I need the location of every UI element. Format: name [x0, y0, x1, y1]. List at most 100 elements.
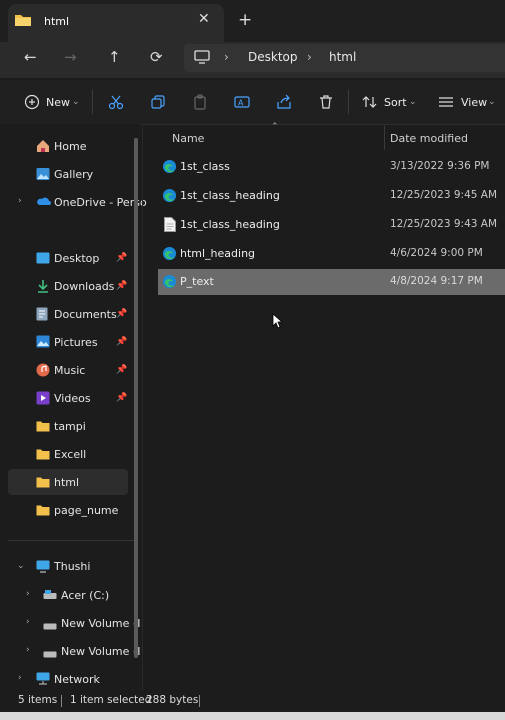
- cut-icon[interactable]: [108, 94, 124, 113]
- pin-icon: 📌: [116, 365, 128, 375]
- file-date: 4/8/2024 9:17 PM: [390, 275, 483, 287]
- up-button[interactable]: ↑: [108, 48, 121, 66]
- sidebar-item-desktop[interactable]: Desktop: [54, 252, 99, 265]
- home-icon: [36, 139, 50, 156]
- sidebar-item-onedrive[interactable]: OneDrive - Perso: [54, 196, 147, 209]
- file-date: 12/25/2023 9:45 AM: [390, 189, 498, 201]
- chevron-right-icon[interactable]: ›: [18, 673, 22, 683]
- edge-icon: [162, 159, 177, 177]
- forward-button[interactable]: →: [64, 48, 77, 66]
- file-date: 12/25/2023 9:43 AM: [390, 218, 498, 230]
- chevron-down-icon[interactable]: ⌄: [72, 97, 80, 107]
- this-pc-icon[interactable]: [194, 50, 210, 67]
- file-date: 3/13/2022 9:36 PM: [390, 160, 490, 172]
- new-tab-button[interactable]: +: [238, 10, 252, 30]
- drive-icon: [43, 648, 57, 661]
- breadcrumb-chevron-icon: ›: [307, 50, 312, 64]
- file-row[interactable]: 1st_class 3/13/2022 9:36 PM: [158, 154, 505, 180]
- plus-circle-icon[interactable]: [24, 94, 40, 113]
- onedrive-icon: [35, 196, 51, 209]
- copy-icon[interactable]: [150, 94, 166, 113]
- sidebar-item-downloads[interactable]: Downloads: [54, 280, 114, 293]
- sidebar-item-gallery[interactable]: Gallery: [54, 168, 93, 181]
- refresh-button[interactable]: ⟳: [150, 48, 163, 66]
- close-tab-icon[interactable]: ✕: [198, 11, 210, 27]
- file-row-selected[interactable]: P_text 4/8/2024 9:17 PM: [158, 269, 505, 295]
- status-divider: [61, 695, 62, 707]
- sidebar-item-home[interactable]: Home: [54, 140, 86, 153]
- file-date: 4/6/2024 9:00 PM: [390, 247, 483, 259]
- sidebar-item-new-volume-1[interactable]: New Volume (I: [61, 617, 140, 630]
- network-icon: [36, 672, 50, 688]
- chevron-down-icon[interactable]: ⌄: [17, 561, 25, 571]
- pin-icon: 📌: [116, 253, 128, 263]
- sidebar-item-network[interactable]: Network: [54, 673, 100, 686]
- share-icon[interactable]: [276, 94, 292, 113]
- chevron-down-icon[interactable]: ⌄: [409, 97, 417, 107]
- file-name: 1st_class: [180, 160, 230, 173]
- file-row[interactable]: 1st_class_heading 12/25/2023 9:43 AM: [158, 212, 505, 238]
- paste-icon[interactable]: [192, 94, 208, 113]
- file-name: html_heading: [180, 247, 256, 260]
- view-icon[interactable]: [438, 96, 454, 111]
- status-divider: [199, 695, 200, 707]
- chevron-right-icon[interactable]: ›: [18, 196, 22, 206]
- gallery-icon: [36, 167, 50, 184]
- tab-html[interactable]: [8, 4, 224, 42]
- sidebar-item-acer-drive[interactable]: Acer (C:): [61, 589, 109, 602]
- pin-icon: 📌: [116, 337, 128, 347]
- sort-icon[interactable]: [362, 95, 378, 112]
- chevron-right-icon[interactable]: ›: [26, 589, 30, 599]
- file-name: 1st_class_heading: [180, 218, 280, 231]
- rename-icon[interactable]: A: [234, 94, 250, 113]
- folder-icon: [36, 476, 50, 491]
- edge-icon: [162, 274, 177, 292]
- desktop-icon: [36, 252, 50, 267]
- documents-icon: [36, 307, 48, 324]
- folder-icon: [36, 504, 50, 519]
- breadcrumb-desktop[interactable]: Desktop: [248, 50, 298, 64]
- sort-up-icon: ⌃: [271, 122, 279, 132]
- edge-icon: [162, 188, 177, 206]
- delete-icon[interactable]: [318, 94, 334, 113]
- folder-icon: [36, 420, 50, 435]
- this-pc-icon: [36, 560, 50, 576]
- sidebar-divider: [8, 540, 134, 541]
- sidebar-item-music[interactable]: Music: [54, 364, 85, 377]
- file-row[interactable]: html_heading 4/6/2024 9:00 PM: [158, 241, 505, 267]
- toolbar-divider: [92, 90, 93, 114]
- breadcrumb-html[interactable]: html: [329, 50, 356, 64]
- drive-icon: [43, 590, 57, 603]
- toolbar-divider: [348, 90, 349, 114]
- downloads-icon: [36, 279, 50, 296]
- column-header-name[interactable]: Name: [172, 132, 204, 145]
- drive-icon: [43, 620, 57, 633]
- new-button[interactable]: New: [46, 96, 70, 109]
- folder-icon: [14, 12, 32, 31]
- taskbar-strip: [0, 712, 505, 720]
- music-icon: [36, 363, 50, 380]
- column-divider[interactable]: [384, 126, 385, 150]
- videos-icon: [36, 391, 50, 408]
- view-button[interactable]: View: [461, 96, 487, 109]
- text-file-icon: [164, 217, 176, 235]
- back-button[interactable]: ←: [24, 48, 37, 66]
- file-name: 1st_class_heading: [180, 189, 280, 202]
- sidebar-item-pictures[interactable]: Pictures: [54, 336, 98, 349]
- sidebar-item-videos[interactable]: Videos: [54, 392, 91, 405]
- sidebar-item-documents[interactable]: Documents: [54, 308, 117, 321]
- sidebar-item-html[interactable]: html: [54, 476, 79, 489]
- file-row[interactable]: 1st_class_heading 12/25/2023 9:45 AM: [158, 183, 505, 209]
- pane-divider[interactable]: [142, 124, 143, 690]
- chevron-down-icon[interactable]: ⌄: [488, 97, 496, 107]
- sort-button[interactable]: Sort: [384, 96, 407, 109]
- sidebar-item-thushi[interactable]: Thushi: [54, 560, 90, 573]
- sidebar-item-page-nume[interactable]: page_nume: [54, 504, 118, 517]
- chevron-right-icon[interactable]: ›: [26, 645, 30, 655]
- chevron-right-icon[interactable]: ›: [26, 617, 30, 627]
- sidebar-item-excell[interactable]: Excell: [54, 448, 86, 461]
- sidebar-item-tampi[interactable]: tampi: [54, 420, 86, 433]
- column-header-date[interactable]: Date modified: [390, 132, 468, 145]
- sidebar-scrollbar[interactable]: [134, 138, 138, 658]
- sidebar-item-new-volume-2[interactable]: New Volume (I: [61, 645, 140, 658]
